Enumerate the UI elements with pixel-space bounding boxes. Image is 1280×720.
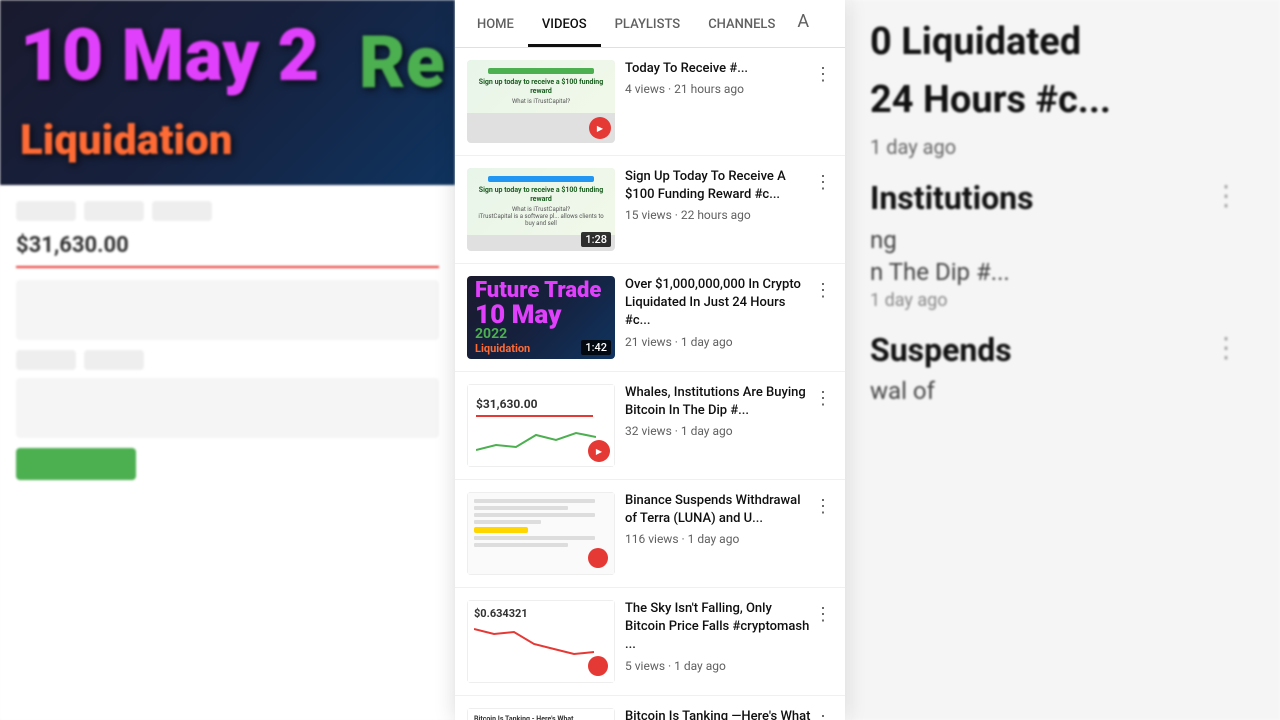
- more-options-button[interactable]: ⋮: [809, 276, 837, 304]
- duration-badge: 1:28: [581, 232, 611, 247]
- channel-logo: [588, 440, 610, 462]
- video-thumbnail: [467, 492, 615, 575]
- video-item[interactable]: $31,630.00 Whales, Institutions Are Buyi…: [455, 372, 845, 480]
- tab-more[interactable]: A: [789, 1, 817, 43]
- more-options-button[interactable]: ⋮: [809, 60, 837, 88]
- video-title: Today To Receive #...: [625, 60, 813, 78]
- video-item[interactable]: Future Trade 10 May 2022 Liquidation 1:4…: [455, 264, 845, 372]
- bg-left-panel: 10 May 2 Re Liquidation $31,630.00: [0, 0, 455, 720]
- video-info: Binance Suspends Withdrawal of Terra (LU…: [625, 492, 833, 575]
- video-title: Sign Up Today To Receive A $100 Funding …: [625, 168, 813, 204]
- video-thumbnail: Bitcoin Is Tanking - Here's What Institu…: [467, 708, 615, 720]
- video-info: Today To Receive #... 4 views · 21 hours…: [625, 60, 833, 143]
- bg-right-panel: 0 Liquidated 24 Hours #c... 1 day ago ⋮ …: [850, 0, 1280, 720]
- video-meta: 15 views · 22 hours ago: [625, 208, 813, 222]
- video-item[interactable]: Bitcoin Is Tanking - Here's What Institu…: [455, 696, 845, 720]
- video-title: Bitcoin Is Tanking —Here's What Institut…: [625, 708, 813, 720]
- video-thumbnail: $0.634321: [467, 600, 615, 683]
- tab-channels[interactable]: CHANNELS: [694, 5, 789, 47]
- video-meta: 32 views · 1 day ago: [625, 424, 813, 438]
- channel-logo: [588, 656, 608, 676]
- video-list: Sign up today to receive a $100 funding …: [455, 48, 845, 720]
- video-info: The Sky Isn't Falling, Only Bitcoin Pric…: [625, 600, 833, 683]
- main-panel: HOME VIDEOS PLAYLISTS CHANNELS A Sign up…: [455, 0, 845, 720]
- channel-logo: [588, 548, 608, 568]
- video-title: Over $1,000,000,000 In Crypto Liquidated…: [625, 276, 813, 331]
- video-thumbnail: $31,630.00: [467, 384, 615, 467]
- video-thumbnail: Future Trade 10 May 2022 Liquidation 1:4…: [467, 276, 615, 359]
- video-item[interactable]: Binance Suspends Withdrawal of Terra (LU…: [455, 480, 845, 588]
- video-info: Over $1,000,000,000 In Crypto Liquidated…: [625, 276, 833, 359]
- video-item[interactable]: $0.634321 The Sky Isn't Falling, Only Bi…: [455, 588, 845, 696]
- video-meta: 4 views · 21 hours ago: [625, 82, 813, 96]
- tab-bar: HOME VIDEOS PLAYLISTS CHANNELS A: [455, 0, 845, 48]
- tab-playlists[interactable]: PLAYLISTS: [601, 5, 695, 47]
- video-thumbnail: Sign up today to receive a $100 funding …: [467, 60, 615, 143]
- video-meta: 5 views · 1 day ago: [625, 659, 813, 673]
- more-options-button[interactable]: ⋮: [809, 384, 837, 412]
- video-title: The Sky Isn't Falling, Only Bitcoin Pric…: [625, 600, 813, 655]
- tab-videos[interactable]: VIDEOS: [528, 5, 601, 47]
- more-options-button[interactable]: ⋮: [809, 168, 837, 196]
- video-title: Binance Suspends Withdrawal of Terra (LU…: [625, 492, 813, 528]
- video-item[interactable]: Sign up today to receive a $100 funding …: [455, 156, 845, 264]
- video-info: Sign Up Today To Receive A $100 Funding …: [625, 168, 833, 251]
- video-info: Whales, Institutions Are Buying Bitcoin …: [625, 384, 833, 467]
- video-title: Whales, Institutions Are Buying Bitcoin …: [625, 384, 813, 420]
- channel-logo: [589, 117, 611, 139]
- tab-home[interactable]: HOME: [463, 5, 528, 47]
- more-options-button[interactable]: ⋮: [809, 600, 837, 628]
- video-info: Bitcoin Is Tanking —Here's What Institut…: [625, 708, 833, 720]
- more-options-button[interactable]: ⋮: [809, 492, 837, 520]
- duration-badge: 1:42: [581, 340, 611, 355]
- video-thumbnail: Sign up today to receive a $100 funding …: [467, 168, 615, 251]
- video-item[interactable]: Sign up today to receive a $100 funding …: [455, 48, 845, 156]
- video-meta: 21 views · 1 day ago: [625, 335, 813, 349]
- video-meta: 116 views · 1 day ago: [625, 532, 813, 546]
